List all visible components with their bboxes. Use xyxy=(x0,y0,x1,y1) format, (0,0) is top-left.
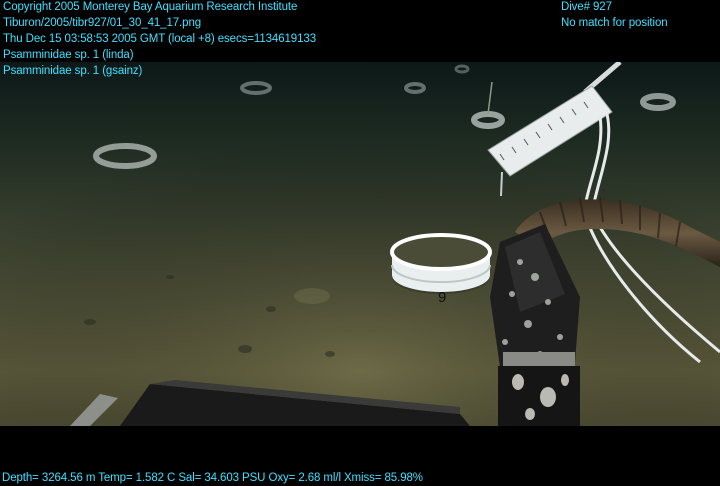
annotation-text: Psamminidae sp. 1 (gsainz) xyxy=(3,65,143,77)
overlay-info-right: Dive# 927 No match for position xyxy=(561,0,668,31)
seafloor-scene: 9 xyxy=(0,62,720,426)
video-frame: 9 Copyright 2005 Monterey Bay Aquarium R… xyxy=(0,0,720,486)
telemetry-bar: Depth= 3264.56 m Temp= 1.582 C Sal= 34.6… xyxy=(2,470,423,486)
timestamp-text: Thu Dec 15 03:58:53 2005 GMT (local +8) … xyxy=(3,33,316,45)
annotation-text: Psamminidae sp. 1 (linda) xyxy=(3,49,134,61)
position-status-text: No match for position xyxy=(561,17,668,29)
ring-number-label: 9 xyxy=(438,289,446,306)
copyright-text: Copyright 2005 Monterey Bay Aquarium Res… xyxy=(3,1,298,13)
file-path-text: Tiburon/2005/tibr927/01_30_41_17.png xyxy=(3,17,202,29)
telemetry-text: Depth= 3264.56 m Temp= 1.582 C Sal= 34.6… xyxy=(2,472,423,484)
dive-number-text: Dive# 927 xyxy=(561,1,612,13)
overlay-info-left: Copyright 2005 Monterey Bay Aquarium Res… xyxy=(3,0,316,79)
